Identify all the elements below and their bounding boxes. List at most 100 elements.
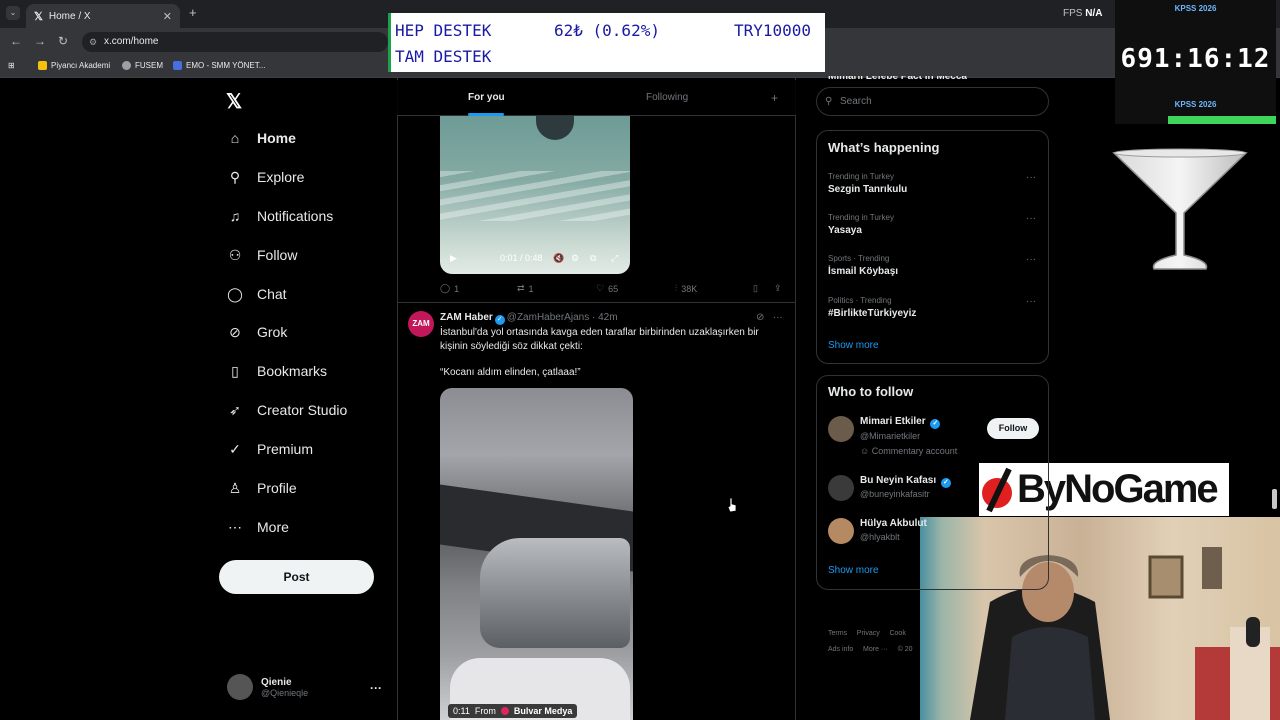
sidebar-item-label: More (257, 519, 289, 535)
footer-link-terms[interactable]: Terms (828, 630, 847, 637)
tweet-author-name[interactable]: ZAM Haber (440, 312, 493, 323)
footer-links-row2: Ads info More ··· © 20 (828, 646, 913, 653)
share-icon[interactable]: ⇪ (774, 283, 782, 294)
dot-separator: · (589, 312, 599, 323)
trend-more-icon[interactable]: ··· (1026, 213, 1036, 224)
follow-suggestion-name[interactable]: Bu Neyin Kafası ✓ (860, 475, 953, 488)
sidebar-item-more[interactable]: ⋯ More (227, 519, 289, 535)
sidebar-item-chat[interactable]: ◯ Chat (227, 286, 286, 302)
footer-link-cookies[interactable]: Cook (889, 630, 905, 637)
tweet-text: İstanbul'da yol ortasında kavga eden tar… (440, 327, 759, 352)
reload-icon[interactable]: ↻ (58, 34, 68, 48)
scrolled-heading-fragment: Mimarlı Lefebe Pact in Mecca (828, 76, 967, 82)
reply-icon: ◯ (440, 283, 451, 293)
footer-link-more[interactable]: More ··· (863, 646, 888, 653)
sidebar-item-explore[interactable]: ⚲ Explore (227, 169, 305, 185)
bookmark-tweet-icon[interactable]: ▯ (753, 283, 758, 294)
tweet-timestamp[interactable]: 42m (598, 312, 617, 323)
footer-link-privacy[interactable]: Privacy (857, 630, 880, 637)
follow-suggestion-handle[interactable]: @hlyakblt (860, 532, 900, 542)
close-tab-icon[interactable]: ✕ (163, 10, 172, 23)
back-arrow-icon[interactable]: ← (10, 34, 22, 48)
trend-more-icon[interactable]: ··· (1026, 172, 1036, 183)
trend-name[interactable]: #BirlikteTürkiyeyiz (828, 308, 916, 319)
martini-glass-icon (1112, 148, 1248, 270)
ticker-line1-right: TRY10000 (734, 21, 812, 40)
trend-name[interactable]: Yasaya (828, 225, 862, 236)
views-button[interactable]: ⫶ 38K (675, 283, 697, 294)
search-icon: ⚲ (825, 96, 833, 107)
sidebar-item-creator-studio[interactable]: ➶ Creator Studio (227, 402, 347, 418)
mute-icon[interactable]: 🔇 (553, 253, 564, 264)
fps-label: FPS (1063, 8, 1083, 19)
trend-category: Sports · Trending (828, 254, 890, 263)
sidebar-item-notifications[interactable]: ♫ Notifications (227, 208, 334, 224)
forward-arrow-icon[interactable]: → (34, 34, 46, 48)
follow-suggestion-name[interactable]: Mimari Etkiler ✓ (860, 416, 942, 429)
verified-badge-icon: ✓ (494, 315, 505, 325)
sidebar-item-premium[interactable]: ✓ Premium (227, 441, 313, 457)
browser-tab[interactable]: 𝕏 Home / X ✕ (26, 4, 180, 28)
tab-for-you[interactable]: For you (468, 92, 505, 103)
video-waves (440, 171, 630, 221)
account-more-icon[interactable]: ··· (370, 681, 382, 695)
repost-icon: ⇄ (517, 283, 525, 293)
avatar[interactable] (828, 518, 854, 544)
trend-name[interactable]: Sezgin Tanrıkulu (828, 184, 907, 195)
trend-more-icon[interactable]: ··· (1026, 296, 1036, 307)
new-tab-icon[interactable]: + (189, 5, 197, 20)
suggestion-name-text: Bu Neyin Kafası (860, 475, 937, 486)
trend-name[interactable]: İsmail Köybaşı (828, 266, 898, 277)
follow-suggestion-handle[interactable]: @Mimarietkiler (860, 431, 920, 441)
site-settings-icon[interactable]: ⚙ (89, 32, 97, 52)
bookmark-piyanci[interactable]: Piyancı Akademi (38, 61, 110, 70)
kpss-label-top: KPSS 2026 (1174, 4, 1217, 13)
play-icon[interactable]: ▶ (450, 253, 457, 264)
footer-link-ads-info[interactable]: Ads info (828, 646, 853, 653)
tab-search-chevron-icon[interactable]: ⌄ (6, 6, 20, 20)
tab-following[interactable]: Following (646, 92, 688, 103)
tweet-author-handle[interactable]: @ZamHaberAjans (507, 312, 589, 323)
avatar[interactable] (828, 416, 854, 442)
tweet-quote-text: “Kocanı aldım elinden, çatlaaa!” (440, 367, 581, 378)
who-to-follow-show-more-link[interactable]: Show more (828, 565, 879, 576)
x-home-logo-icon[interactable]: 𝕏 (226, 89, 242, 114)
trends-show-more-link[interactable]: Show more (828, 340, 879, 351)
person-icon: ♙ (228, 480, 242, 496)
url-bar[interactable]: ⚙ x.com/home (82, 32, 388, 52)
search-icon: ⚲ (229, 169, 241, 185)
page-scrollbar[interactable] (1272, 489, 1277, 509)
video-source-name[interactable]: Bulvar Medya (514, 704, 573, 718)
tweet2-video[interactable] (440, 388, 633, 720)
follow-suggestion-handle[interactable]: @buneyinkafasitr (860, 489, 930, 499)
follow-button[interactable]: Follow (987, 418, 1039, 439)
reply-button[interactable]: ◯ 1 (440, 283, 459, 294)
like-button[interactable]: ♡ 65 (596, 283, 618, 294)
sidebar-item-grok[interactable]: ⊘ Grok (227, 324, 287, 340)
follow-suggestion-name[interactable]: Hülya Akbulut (860, 518, 927, 529)
account-switcher[interactable]: Qienie @Qienieqle (227, 674, 308, 700)
repost-button[interactable]: ⇄ 1 (517, 283, 534, 294)
add-feed-icon[interactable]: + (771, 91, 778, 105)
avatar[interactable]: ZAM (408, 311, 434, 337)
sidebar-item-profile[interactable]: ♙ Profile (227, 480, 297, 496)
grok-icon[interactable]: ⊘ (756, 312, 764, 323)
fullscreen-icon[interactable]: ⤢ (611, 253, 618, 264)
post-button[interactable]: Post (219, 560, 374, 594)
bookmark-fusem[interactable]: FUSEM (122, 61, 163, 70)
settings-gear-icon[interactable]: ⚙ (571, 253, 579, 264)
trend-more-icon[interactable]: ··· (1026, 254, 1036, 265)
bookmark-emo[interactable]: EMO - SMM YÖNET... (173, 61, 265, 70)
tweet-more-icon[interactable]: ··· (773, 312, 783, 323)
avatar[interactable] (828, 475, 854, 501)
search-input[interactable]: ⚲ Search (816, 87, 1049, 116)
bookmark-label: FUSEM (135, 61, 163, 70)
sidebar-item-home[interactable]: ⌂ Home (227, 130, 296, 146)
sidebar-item-follow[interactable]: ⚇ Follow (227, 247, 298, 263)
sidebar-item-bookmarks[interactable]: ▯ Bookmarks (227, 363, 327, 379)
picture-in-picture-icon[interactable]: ⧉ (590, 253, 596, 264)
commentary-label: ☺ Commentary account (860, 446, 957, 456)
bookmark-favicon-icon (38, 61, 47, 70)
account-name: Qienie (261, 676, 292, 688)
apps-grid-icon[interactable]: ⊞ (8, 61, 15, 70)
